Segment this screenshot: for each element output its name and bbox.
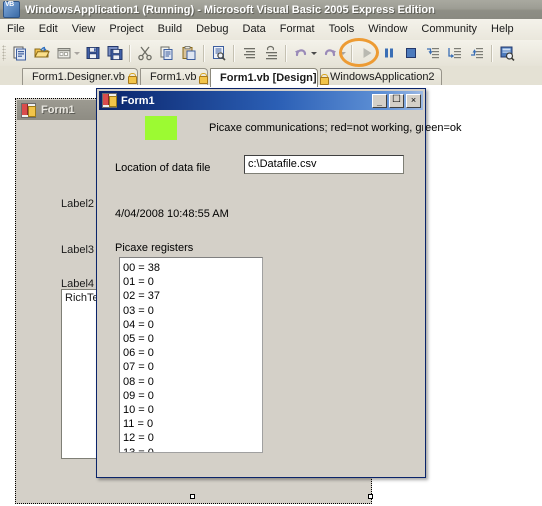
register-line: 05 = 0 bbox=[123, 333, 154, 346]
undo-icon[interactable] bbox=[290, 42, 312, 64]
design-form-resize-handle-bottom[interactable] bbox=[190, 494, 195, 499]
start-debugging-icon[interactable] bbox=[356, 42, 378, 64]
lock-icon bbox=[199, 72, 209, 84]
form-icon bbox=[21, 102, 36, 118]
tab-form1-vb[interactable]: Form1.vb bbox=[140, 68, 209, 85]
menu-data[interactable]: Data bbox=[236, 21, 273, 38]
tab-label: Form1.vb [Design] bbox=[220, 72, 317, 84]
register-line: 09 = 0 bbox=[123, 389, 154, 402]
paste-icon[interactable] bbox=[178, 42, 200, 64]
menu-tools[interactable]: Tools bbox=[322, 21, 362, 38]
running-form1-window[interactable]: Form1 _ ☐ × Picaxe communications; red=n… bbox=[96, 88, 462, 478]
tab-label: Form1.Designer.vb bbox=[32, 71, 125, 83]
tab-form1-vb-design[interactable]: Form1.vb [Design] bbox=[210, 68, 329, 87]
menu-debug[interactable]: Debug bbox=[189, 21, 235, 38]
step-into-icon[interactable] bbox=[422, 42, 444, 64]
menu-build[interactable]: Build bbox=[151, 21, 189, 38]
add-new-item-icon[interactable] bbox=[53, 42, 75, 64]
registers-label: Picaxe registers bbox=[115, 242, 194, 254]
stop-debugging-icon[interactable] bbox=[400, 42, 422, 64]
timestamp-label: 4/04/2008 10:48:55 AM bbox=[115, 208, 229, 220]
register-line: 11 = 0 bbox=[123, 418, 154, 431]
tab-label: WindowsApplication2 bbox=[330, 71, 435, 83]
toolbar-separator bbox=[203, 44, 205, 62]
menu-format[interactable]: Format bbox=[273, 21, 322, 38]
comment-block-icon[interactable] bbox=[238, 42, 260, 64]
toolbar-separator bbox=[491, 44, 493, 62]
register-line: 04 = 0 bbox=[123, 318, 154, 331]
register-line: 02 = 37 bbox=[123, 290, 161, 303]
tab-label: Form1.vb bbox=[150, 71, 197, 83]
picaxe-status-light bbox=[145, 116, 177, 140]
register-line: 03 = 0 bbox=[123, 304, 154, 317]
window-title: WindowsApplication1 (Running) - Microsof… bbox=[25, 3, 435, 16]
register-line: 08 = 0 bbox=[123, 375, 154, 388]
vb-logo-icon bbox=[3, 1, 20, 18]
close-button[interactable]: × bbox=[406, 93, 421, 108]
menu-window[interactable]: Window bbox=[361, 21, 414, 38]
copy-icon[interactable] bbox=[156, 42, 178, 64]
menu-help[interactable]: Help bbox=[484, 21, 521, 38]
design-label-2[interactable]: Label2 bbox=[61, 198, 94, 210]
window-buttons: _ ☐ × bbox=[372, 93, 423, 108]
visual-basic-ide-window: WindowsApplication1 (Running) - Microsof… bbox=[0, 0, 542, 506]
menu-project[interactable]: Project bbox=[102, 21, 150, 38]
lock-icon bbox=[127, 72, 137, 84]
register-line: 13 = 0 bbox=[123, 446, 154, 453]
registers-listbox[interactable]: 00 = 38 01 = 0 02 = 37 03 = 0 04 = 0 05 = 0 06… bbox=[119, 257, 263, 453]
maximize-button[interactable]: ☐ bbox=[389, 93, 404, 108]
form-icon bbox=[102, 93, 117, 108]
new-project-icon[interactable] bbox=[9, 42, 31, 64]
register-line: 07 = 0 bbox=[123, 361, 154, 374]
design-form-resize-handle-corner[interactable] bbox=[368, 494, 373, 499]
menu-view[interactable]: View bbox=[65, 21, 103, 38]
register-line: 10 = 0 bbox=[123, 404, 154, 417]
running-form1-titlebar[interactable]: Form1 _ ☐ × bbox=[99, 91, 423, 110]
uncomment-block-icon[interactable] bbox=[260, 42, 282, 64]
register-line: 12 = 0 bbox=[123, 432, 154, 445]
toolbar-grip[interactable] bbox=[2, 45, 6, 61]
menubar: File Edit View Project Build Debug Data Format T… bbox=[0, 19, 542, 41]
solution-explorer-icon[interactable] bbox=[496, 42, 518, 64]
save-icon[interactable] bbox=[82, 42, 104, 64]
toolbar-separator bbox=[351, 44, 353, 62]
menu-edit[interactable]: Edit bbox=[32, 21, 65, 38]
running-form1-title: Form1 bbox=[121, 94, 155, 107]
register-line: 06 = 0 bbox=[123, 347, 154, 360]
tab-form1-designer-vb[interactable]: Form1.Designer.vb bbox=[22, 68, 138, 85]
toolbar-separator bbox=[285, 44, 287, 62]
save-all-icon[interactable] bbox=[104, 42, 126, 64]
document-tabstrip: Form1.Designer.vb Form1.vb Form1.vb [Desig… bbox=[0, 66, 542, 87]
datafile-input[interactable]: c:\Datafile.csv bbox=[244, 155, 404, 174]
toolbar bbox=[0, 40, 542, 67]
cut-icon[interactable] bbox=[134, 42, 156, 64]
design-label-3[interactable]: Label3 bbox=[61, 244, 94, 256]
datafile-label: Location of data file bbox=[115, 162, 211, 174]
step-out-icon[interactable] bbox=[466, 42, 488, 64]
pause-icon[interactable] bbox=[378, 42, 400, 64]
lock-icon bbox=[319, 73, 329, 85]
menu-community[interactable]: Community bbox=[414, 21, 484, 38]
toolbar-separator bbox=[129, 44, 131, 62]
menu-file[interactable]: File bbox=[0, 21, 32, 38]
minimize-button[interactable]: _ bbox=[372, 93, 387, 108]
redo-icon[interactable] bbox=[319, 42, 341, 64]
picaxe-status-caption: Picaxe communications; red=not working, … bbox=[209, 122, 462, 134]
register-line: 01 = 0 bbox=[123, 276, 154, 289]
register-line: 00 = 38 bbox=[123, 262, 161, 274]
design-form-title: Form1 bbox=[41, 104, 75, 116]
window-titlebar: WindowsApplication1 (Running) - Microsof… bbox=[0, 0, 542, 20]
tab-windowsapplication2[interactable]: WindowsApplication2 bbox=[320, 68, 442, 85]
toolbar-separator bbox=[233, 44, 235, 62]
find-in-files-icon[interactable] bbox=[208, 42, 230, 64]
designer-surface: Form1 Label2 Label3 Label4 RichTex Form1… bbox=[0, 85, 542, 506]
open-file-icon[interactable] bbox=[31, 42, 53, 64]
step-over-icon[interactable] bbox=[444, 42, 466, 64]
